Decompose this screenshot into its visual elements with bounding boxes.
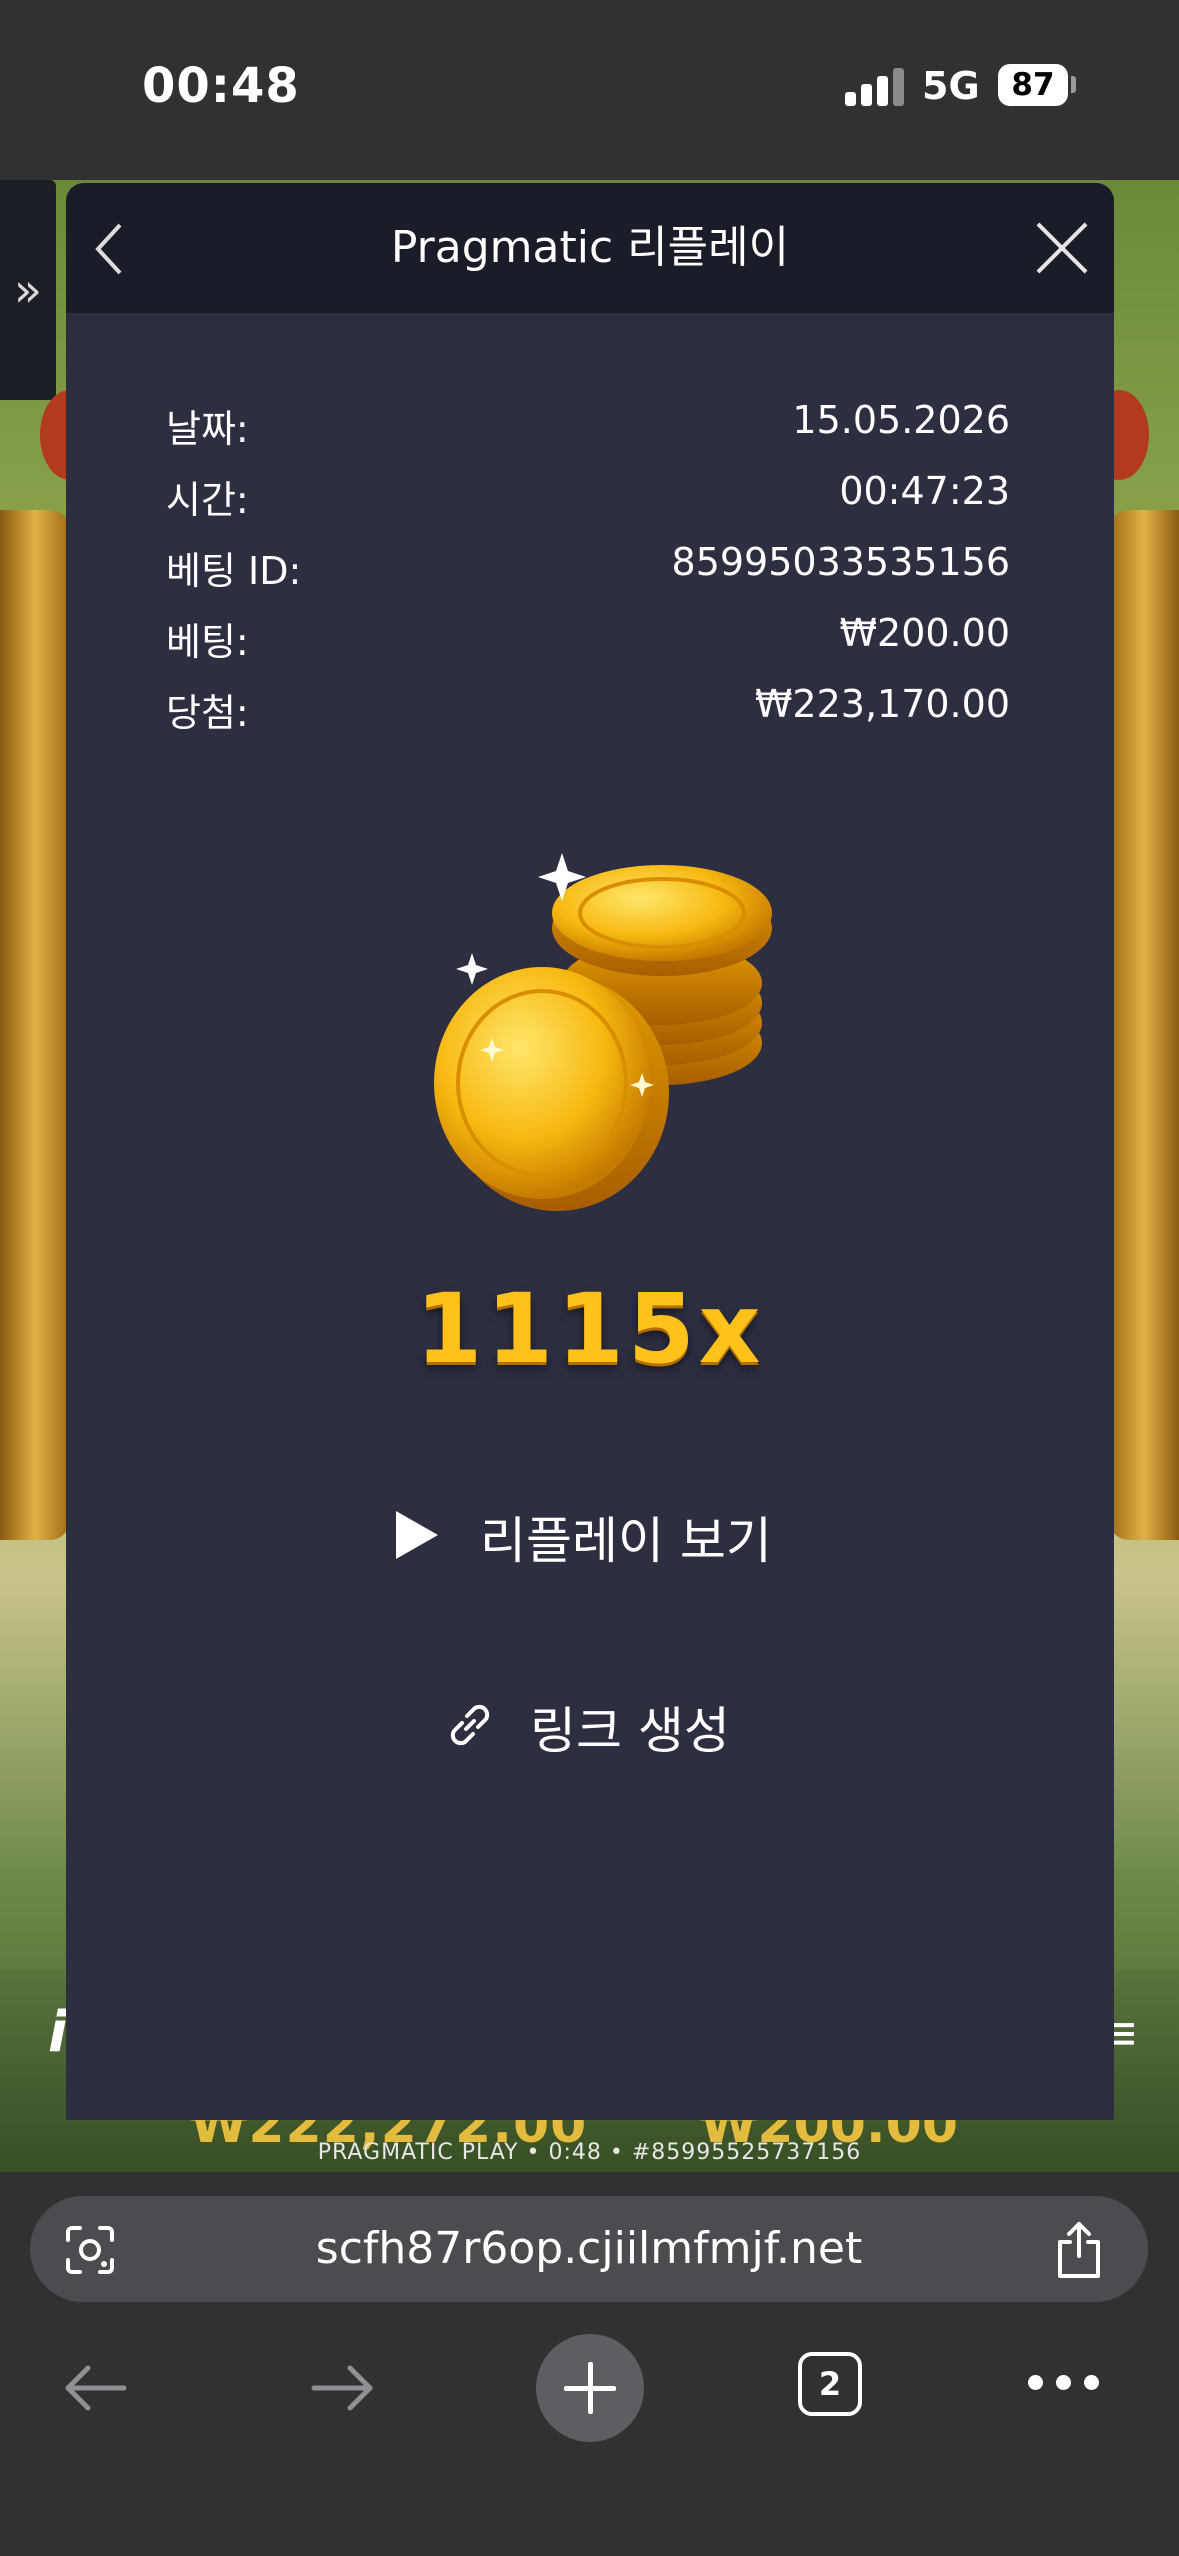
date-label: 날짜: xyxy=(166,407,249,451)
link-icon xyxy=(450,1704,490,1746)
info-row-bet: 베팅: ₩200.00 xyxy=(166,611,1010,682)
create-link-button[interactable]: 링크 생성 xyxy=(442,1683,782,1763)
clock: 00:48 xyxy=(142,58,300,114)
back-button[interactable] xyxy=(90,219,140,279)
watch-replay-label: 리플레이 보기 xyxy=(480,1512,772,1570)
browser-toolbar: scfh87r6op.cjiilmfmjf.net 2 xyxy=(0,2172,1179,2556)
game-footer-info: PRAGMATIC PLAY • 0:48 • #85995525737156 xyxy=(317,2140,862,2165)
info-row-bet-id: 베팅 ID: 85995033535156 xyxy=(166,540,1010,611)
bet-id-value: 85995033535156 xyxy=(671,540,1010,584)
time-value: 00:47:23 xyxy=(839,469,1010,513)
modal-header: Pragmatic 리플레이 xyxy=(66,183,1114,313)
replay-modal: Pragmatic 리플레이 날짜: 15.05.2026 시간: 00:47:… xyxy=(66,183,1114,2120)
info-row-date: 날짜: 15.05.2026 xyxy=(166,398,1010,469)
back-arrow-icon[interactable] xyxy=(60,2358,130,2418)
modal-title: Pragmatic 리플레이 xyxy=(390,222,790,273)
play-icon xyxy=(396,1511,438,1559)
time-label: 시간: xyxy=(166,478,249,522)
forward-arrow-icon[interactable] xyxy=(308,2358,378,2418)
info-row-time: 시간: 00:47:23 xyxy=(166,469,1010,540)
battery-icon: 87 xyxy=(998,64,1068,106)
tab-switcher-button[interactable]: 2 xyxy=(798,2352,862,2416)
expand-side-panel-button[interactable]: » xyxy=(0,180,56,400)
info-row-win: 당첨: ₩223,170.00 xyxy=(166,682,1010,753)
bet-value: ₩200.00 xyxy=(839,611,1010,655)
bet-label: 베팅: xyxy=(166,620,249,664)
create-link-label: 링크 생성 xyxy=(530,1702,730,1760)
bet-info-list: 날짜: 15.05.2026 시간: 00:47:23 베팅 ID: 85995… xyxy=(166,398,1010,753)
cellular-signal-icon xyxy=(845,66,905,106)
chevron-left-icon xyxy=(95,223,122,275)
win-label: 당첨: xyxy=(166,691,249,735)
close-button[interactable] xyxy=(1032,218,1092,278)
status-bar: 00:48 5G 87 xyxy=(0,0,1179,180)
date-value: 15.05.2026 xyxy=(792,398,1010,442)
share-icon[interactable] xyxy=(1052,2220,1106,2280)
reel-frame-left xyxy=(0,510,70,1540)
visual-search-icon[interactable] xyxy=(64,2224,116,2276)
new-tab-button[interactable] xyxy=(536,2334,644,2442)
more-options-icon[interactable] xyxy=(1024,2368,1104,2398)
bet-id-label: 베팅 ID: xyxy=(166,549,302,593)
url-text[interactable]: scfh87r6op.cjiilmfmjf.net xyxy=(30,2196,1148,2302)
gold-coins-icon xyxy=(434,853,772,1211)
battery-nub xyxy=(1071,76,1076,93)
network-type: 5G xyxy=(922,64,980,108)
address-bar[interactable]: scfh87r6op.cjiilmfmjf.net xyxy=(30,2196,1148,2302)
watch-replay-button[interactable]: 리플레이 보기 xyxy=(396,1493,816,1573)
win-value: ₩223,170.00 xyxy=(754,682,1010,726)
reel-frame-right xyxy=(1109,510,1179,1540)
info-icon[interactable]: i xyxy=(48,2000,67,2065)
win-multiplier: 1115x xyxy=(415,1273,765,1385)
